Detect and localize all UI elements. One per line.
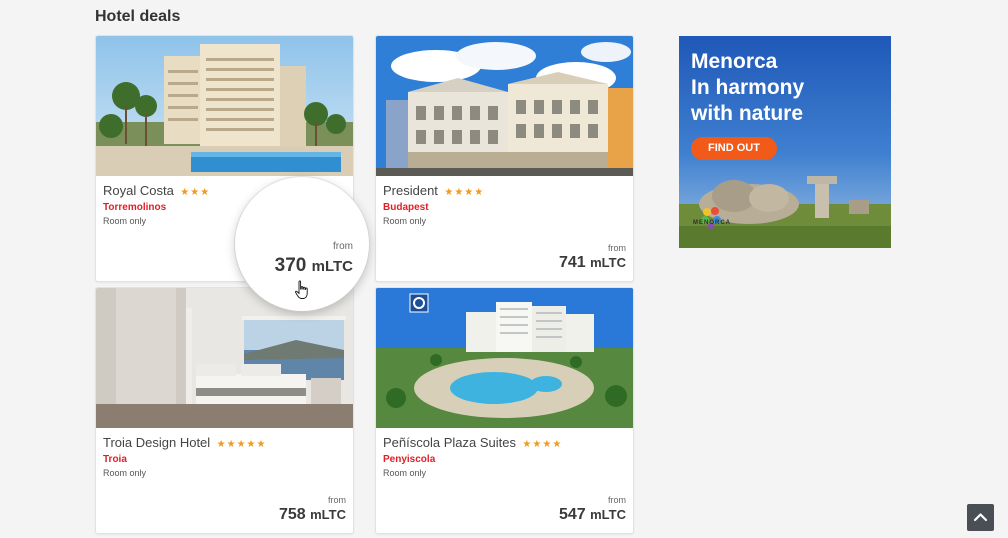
price-block[interactable]: from 547 mLTC (559, 495, 626, 524)
hotel-name[interactable]: Royal Costa (103, 183, 174, 198)
price: 547 mLTC (558, 506, 626, 523)
star-rating: ★★★★★ (216, 439, 267, 450)
price-block[interactable]: from 741 mLTC (559, 243, 626, 272)
menorca-logo: MENORCA (693, 220, 731, 226)
hotel-city: Penyiscola (383, 454, 436, 465)
hotel-city: Budapest (383, 202, 429, 213)
price-block[interactable]: from 758 mLTC (279, 495, 346, 524)
ad-headline: Menorca In harmony with nature (691, 50, 805, 125)
hotel-name[interactable]: Troia Design Hotel (103, 435, 210, 450)
from-label: from (608, 495, 626, 505)
hotel-name[interactable]: Peñíscola Plaza Suites (383, 435, 516, 450)
hotel-photo[interactable] (376, 36, 633, 176)
star-rating: ★★★ (180, 187, 211, 198)
hotel-card-president[interactable]: President ★★★★ Budapest Room only from 7… (375, 35, 634, 282)
from-label: from (328, 495, 346, 505)
price: 741 mLTC (558, 254, 626, 271)
find-out-button[interactable]: FIND OUT (691, 137, 777, 160)
section-title: Hotel deals (95, 8, 181, 25)
star-rating: ★★★★ (522, 439, 563, 450)
from-label: from (333, 241, 353, 252)
hotel-name[interactable]: President (383, 183, 438, 198)
menorca-logo-icon (701, 207, 721, 229)
price: 370 mLTC (274, 255, 353, 276)
hotel-card-troia-design-hotel[interactable]: Troia Design Hotel ★★★★★ Troia Room only… (95, 287, 354, 534)
board-type: Room only (383, 216, 427, 226)
hotel-photo[interactable] (376, 288, 633, 428)
scroll-to-top-button[interactable] (967, 504, 994, 531)
hotel-card-peniscola-plaza-suites[interactable]: Peñíscola Plaza Suites ★★★★ Penyiscola R… (375, 287, 634, 534)
chevron-up-icon (973, 513, 988, 522)
hotel-city: Troia (103, 454, 127, 465)
price: 758 mLTC (278, 506, 346, 523)
hand-pointer-icon (295, 280, 308, 299)
hotel-photo[interactable] (96, 36, 353, 176)
from-label: from (608, 243, 626, 253)
board-type: Room only (103, 468, 147, 478)
menorca-ad-banner[interactable]: Menorca In harmony with nature FIND OUT … (679, 36, 891, 248)
board-type: Room only (383, 468, 427, 478)
star-rating: ★★★★ (444, 187, 485, 198)
